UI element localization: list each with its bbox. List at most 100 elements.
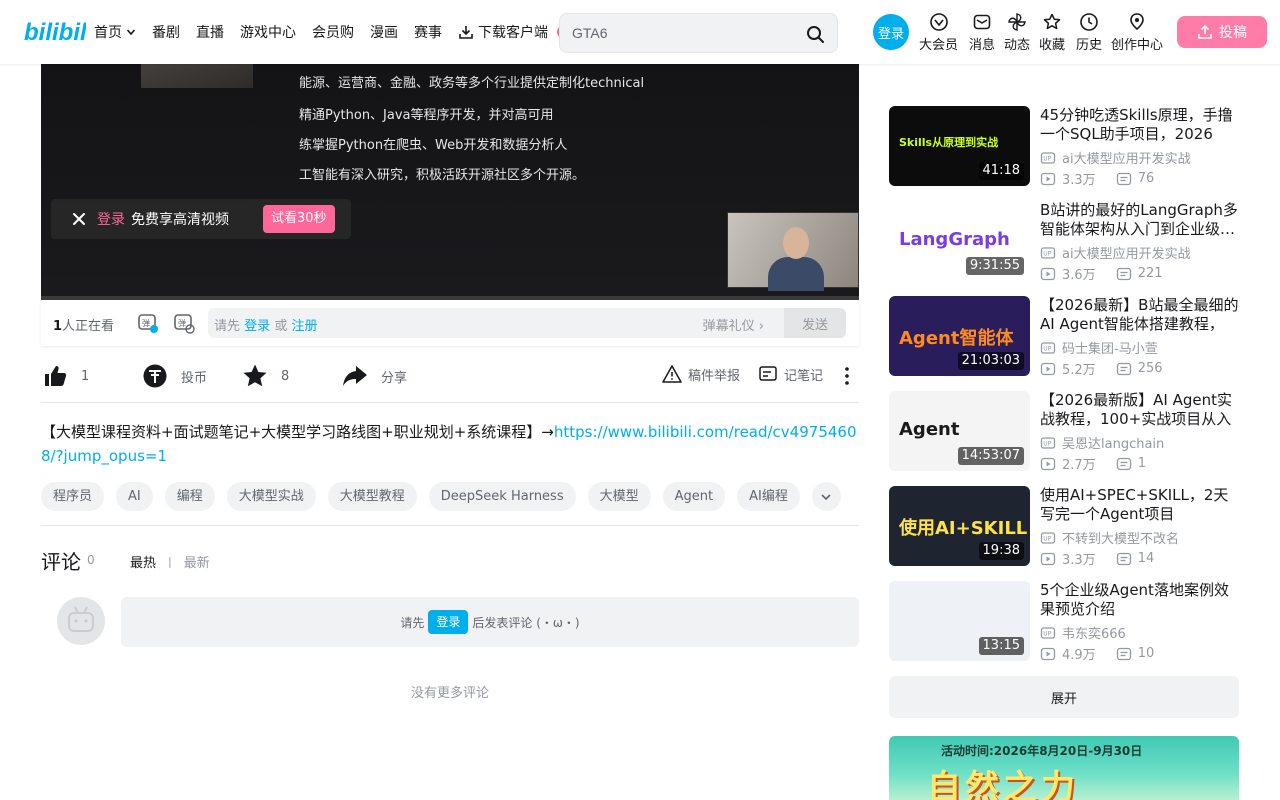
comment-login-button[interactable]: 登录 xyxy=(428,610,469,634)
default-avatar-icon xyxy=(68,606,94,632)
sort-new[interactable]: 最新 xyxy=(184,552,210,571)
uploader-name[interactable]: UP 吴恩达langchain xyxy=(1040,433,1164,452)
tag-item[interactable]: 程序员 xyxy=(41,482,105,511)
header-entry-dynamic[interactable]: 动态 xyxy=(1004,12,1030,53)
history-icon xyxy=(1080,13,1098,31)
tag-item[interactable]: 大模型教程 xyxy=(327,482,417,511)
recommended-video[interactable]: 13:15 5个企业级Agent落地案例效果预览介绍 UP 韦东奕666 4.9万 10 xyxy=(889,581,1240,663)
svg-text:UP: UP xyxy=(1043,155,1051,162)
download-icon xyxy=(459,26,473,39)
svg-text:弹: 弹 xyxy=(178,318,186,328)
video-thumbnail[interactable]: Agent 14:53:07 xyxy=(889,391,1030,471)
send-button[interactable]: 发送 xyxy=(784,308,846,338)
danmaku-settings-icon[interactable]: 弹 xyxy=(173,312,195,334)
danmaku-register-link[interactable]: 注册 xyxy=(291,319,317,334)
nav-item[interactable]: 漫画 xyxy=(370,22,404,42)
video-stats: 3.6万 221 xyxy=(1040,264,1163,283)
recommended-video[interactable]: Agent智能体 21:03:03 【2026最新】B站最全最细的AI Agent智… xyxy=(889,296,1240,378)
tag-item[interactable]: 大模型实战 xyxy=(226,482,316,511)
header-entry-creator[interactable]: 创作中心 xyxy=(1111,12,1163,53)
like-button[interactable]: 1 xyxy=(41,360,89,392)
more-options-icon[interactable] xyxy=(838,366,856,386)
tag-item[interactable]: AI xyxy=(116,482,153,511)
danmaku-count-icon xyxy=(1116,647,1131,660)
coin-button[interactable]: 投币 xyxy=(141,360,207,392)
bilibili-logo[interactable]: bilibili xyxy=(24,18,86,46)
nav-item[interactable]: 会员购 xyxy=(312,22,360,42)
divider xyxy=(41,402,859,403)
danmaku-login-link[interactable]: 登录 xyxy=(244,319,270,334)
video-title[interactable]: 【2026最新】B站最全最细的AI Agent智能体搭建教程，从… xyxy=(1040,296,1240,334)
close-icon[interactable] xyxy=(67,207,91,231)
video-title[interactable]: 【2026最新版】AI Agent实战教程，100+实战项目从入门… xyxy=(1040,391,1240,429)
upload-button[interactable]: 投稿 xyxy=(1177,16,1267,48)
tag-item[interactable]: AI编程 xyxy=(737,482,800,511)
sort-hot[interactable]: 最热 xyxy=(130,552,156,571)
svg-text:UP: UP xyxy=(1043,250,1051,257)
notes-button[interactable]: 记笔记 xyxy=(758,364,823,384)
uploader-name[interactable]: UP 码士集团-马小萱 xyxy=(1040,338,1158,357)
danmaku-input[interactable]: 请先 登录 或 注册 弹幕礼仪 › 发送 xyxy=(208,308,846,338)
video-title[interactable]: 使用AI+SPEC+SKILL，2天写完一个Agent项目 xyxy=(1040,486,1240,524)
share-button[interactable]: 分享 xyxy=(341,360,407,392)
recommended-video[interactable]: 使用AI+SKILL 19:38 使用AI+SPEC+SKILL，2天写完一个Age… xyxy=(889,486,1240,568)
tag-item[interactable]: 大模型 xyxy=(587,482,651,511)
nav-item[interactable]: 首页 xyxy=(94,22,142,42)
recommended-video[interactable]: LangGraph 9:31:55 B站讲的最好的LangGraph多智能体架构从入… xyxy=(889,201,1240,283)
video-duration: 21:03:03 xyxy=(957,352,1024,370)
video-title[interactable]: B站讲的最好的LangGraph多智能体架构从入门到企业级… xyxy=(1040,201,1240,239)
tags-expand-button[interactable] xyxy=(811,482,841,511)
danmaku-etiquette-link[interactable]: 弹幕礼仪 › xyxy=(703,315,764,334)
uploader-icon: UP xyxy=(1040,626,1056,639)
uploader-name[interactable]: UP 韦东奕666 xyxy=(1040,623,1126,642)
ad-banner[interactable]: 活动时间:2026年8月20日-9月30日 自然之力 xyxy=(889,736,1239,800)
slide-text-line: 工智能有深入研究，积极活跃开源社区多个开源。 xyxy=(299,168,586,183)
video-title[interactable]: 5个企业级Agent落地案例效果预览介绍 xyxy=(1040,581,1240,619)
video-thumbnail[interactable]: Agent智能体 21:03:03 xyxy=(889,296,1030,376)
no-more-comments: 没有更多评论 xyxy=(410,686,489,701)
nav-item[interactable]: 番剧 xyxy=(152,22,186,42)
nav-item[interactable]: 赛事 xyxy=(414,22,448,42)
login-avatar[interactable]: 登录 xyxy=(873,14,909,50)
svg-text:UP: UP xyxy=(1043,345,1051,352)
expand-button[interactable]: 展开 xyxy=(889,676,1239,718)
search-input[interactable] xyxy=(572,22,792,44)
uploader-name[interactable]: UP 不转到大模型不改名 xyxy=(1040,528,1179,547)
favorite-button[interactable]: 8 xyxy=(241,360,289,392)
comment-input-box[interactable]: 请先 登录 后发表评论 (・ω・) xyxy=(121,597,859,647)
login-toast: 登录 免费享高清视频 试看30秒 xyxy=(51,199,351,239)
header-entry-history[interactable]: 历史 xyxy=(1076,12,1102,53)
nav-item[interactable]: 直播 xyxy=(196,22,230,42)
video-thumbnail[interactable]: LangGraph 9:31:55 xyxy=(889,201,1030,281)
thumbnail-caption: Agent xyxy=(899,419,960,440)
video-duration: 13:15 xyxy=(978,637,1024,655)
chevron-down-icon xyxy=(126,29,136,36)
nav-item[interactable]: 游戏中心 xyxy=(240,22,302,42)
video-thumbnail[interactable]: Skills从原理到实战 41:18 xyxy=(889,106,1030,186)
danmaku-toggle-icon[interactable]: 弹 xyxy=(137,312,159,334)
header-entry-favorite[interactable]: 收藏 xyxy=(1039,12,1065,53)
danmaku-count-icon xyxy=(1116,172,1131,185)
svg-text:UP: UP xyxy=(1043,440,1051,447)
video-stats: 3.3万 14 xyxy=(1040,549,1154,568)
uploader-name[interactable]: UP ai大模型应用开发实战 xyxy=(1040,148,1191,167)
uploader-icon: UP xyxy=(1040,151,1056,164)
recommended-video[interactable]: Skills从原理到实战 41:18 45分钟吃透Skills原理，手撸一个SQL助… xyxy=(889,106,1240,188)
recommended-video[interactable]: Agent 14:53:07 【2026最新版】AI Agent实战教程，100+实… xyxy=(889,391,1240,473)
toast-login-link[interactable]: 登录 xyxy=(97,209,125,229)
header-entry-message[interactable]: 消息 xyxy=(969,12,995,53)
uploader-name[interactable]: UP ai大模型应用开发实战 xyxy=(1040,243,1191,262)
video-stats: 5.2万 256 xyxy=(1040,359,1163,378)
video-thumbnail[interactable]: 13:15 xyxy=(889,581,1030,661)
presenter-camera xyxy=(727,212,859,291)
trial-button[interactable]: 试看30秒 xyxy=(263,205,335,233)
header-entry-vip[interactable]: 大会员 xyxy=(919,12,958,53)
video-title[interactable]: 45分钟吃透Skills原理，手撸一个SQL助手项目，2026程… xyxy=(1040,106,1240,144)
video-thumbnail[interactable]: 使用AI+SKILL 19:38 xyxy=(889,486,1030,566)
danmaku-count-icon xyxy=(1116,552,1131,565)
tag-item[interactable]: Agent xyxy=(662,482,726,511)
report-button[interactable]: 稿件举报 xyxy=(662,364,740,384)
tag-item[interactable]: DeepSeek Harness xyxy=(428,482,576,511)
search-icon[interactable] xyxy=(803,22,827,46)
tag-item[interactable]: 编程 xyxy=(164,482,215,511)
